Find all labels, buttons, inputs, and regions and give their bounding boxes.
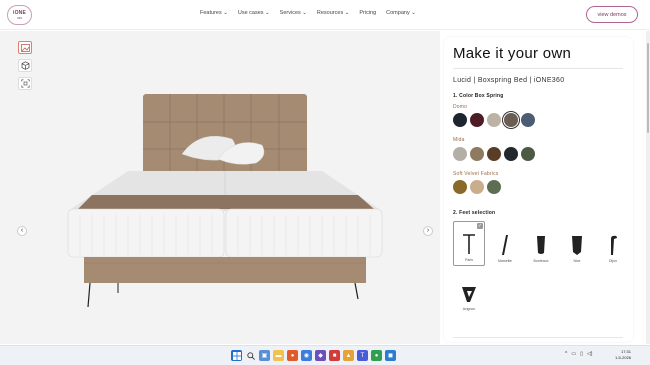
app-icon[interactable]: ▲ — [343, 350, 354, 361]
color-swatch[interactable] — [487, 147, 501, 161]
chrome-icon[interactable]: ◉ — [301, 350, 312, 361]
scrollbar-thumb[interactable] — [647, 43, 649, 133]
foot-bordeaux-icon — [537, 236, 545, 254]
color-swatch[interactable] — [521, 147, 535, 161]
nav-pricing[interactable]: Pricing — [359, 10, 376, 16]
nav-features[interactable]: Features ⌄ — [200, 10, 228, 16]
app-icon[interactable]: ● — [371, 350, 382, 361]
app-icon[interactable]: ◼ — [385, 350, 396, 361]
foot-label: Paris — [465, 258, 473, 262]
nav-use-cases[interactable]: Use cases ⌄ — [238, 10, 270, 16]
color-swatch[interactable] — [453, 113, 467, 127]
color-swatch[interactable] — [521, 113, 535, 127]
start-icon[interactable] — [231, 350, 242, 361]
group-label-soft-velvet: Soft Velvet Fabrics — [453, 171, 499, 177]
nav-services[interactable]: Services ⌄ — [280, 10, 307, 16]
swatches-mida — [453, 147, 535, 161]
app-icon[interactable]: ◆ — [315, 350, 326, 361]
check-icon: ✓ — [477, 223, 483, 229]
product-viewer[interactable]: ‹ › — [0, 31, 440, 344]
color-swatch-selected[interactable] — [504, 113, 518, 127]
bed-image — [67, 94, 383, 308]
group-label-mida: Mida — [453, 137, 465, 143]
foot-paris-icon — [463, 234, 475, 254]
taskbar-apps: ▣ ▬ ● ◉ ◆ ■ ▲ T ● ◼ — [231, 350, 396, 361]
divider — [453, 68, 623, 69]
top-nav: iONE 360 Features ⌄ Use cases ⌄ Services… — [0, 0, 650, 30]
file-explorer-icon[interactable]: ▬ — [273, 350, 284, 361]
foot-label: Nice — [573, 259, 581, 263]
volume-icon[interactable]: ◁) — [587, 351, 593, 357]
foot-avignon-icon — [462, 287, 476, 302]
foot-label: Avignon — [462, 307, 476, 311]
system-tray: ^ ▭ ▯ ◁) — [565, 351, 592, 357]
logo-subtext: 360 — [16, 16, 22, 20]
view-demos-button[interactable]: view demos — [586, 6, 638, 23]
color-swatch[interactable] — [487, 113, 501, 127]
teams-icon[interactable]: T — [357, 350, 368, 361]
foot-option-paris[interactable]: ✓ Paris — [453, 221, 485, 266]
firefox-icon[interactable]: ● — [287, 350, 298, 361]
color-swatch[interactable] — [487, 180, 501, 194]
color-swatch[interactable] — [453, 147, 467, 161]
color-swatch[interactable] — [470, 180, 484, 194]
network-icon[interactable]: ▭ — [571, 351, 576, 357]
next-arrow-icon[interactable]: › — [423, 226, 433, 236]
section-color-heading: 1. Color Box Spring — [453, 93, 504, 99]
nav-company[interactable]: Company ⌄ — [386, 10, 416, 16]
search-icon[interactable] — [245, 350, 256, 361]
color-swatch[interactable] — [453, 180, 467, 194]
divider — [453, 337, 623, 338]
foot-option-nice[interactable]: Nice — [561, 221, 593, 266]
app-icon[interactable]: ■ — [329, 350, 340, 361]
clock-date: 1-5-2026 — [615, 354, 632, 360]
group-label-domo: Domo — [453, 104, 468, 110]
foot-nice-icon — [572, 236, 582, 255]
color-swatch[interactable] — [470, 113, 484, 127]
foot-dijon-icon — [611, 235, 617, 255]
configurator-panel: Make it your own Lucid | Boxspring Bed |… — [444, 37, 633, 342]
color-swatch[interactable] — [504, 147, 518, 161]
feet-options: ✓ Paris Marseille Bordeaux Nice Dijon — [453, 221, 629, 266]
foot-label: Dijon — [609, 259, 617, 263]
foot-label: Bordeaux — [533, 259, 549, 263]
foot-option-avignon[interactable]: Avignon — [453, 269, 485, 314]
section-feet-heading: 2. Feet selection — [453, 210, 496, 216]
task-view-icon[interactable]: ▣ — [259, 350, 270, 361]
clock[interactable]: 17:31 1-5-2026 — [615, 349, 631, 360]
nav-links: Features ⌄ Use cases ⌄ Services ⌄ Resour… — [200, 10, 416, 16]
product-name: Lucid | Boxspring Bed | iONE360 — [453, 77, 565, 84]
prev-arrow-icon[interactable]: ‹ — [17, 226, 27, 236]
foot-label: Marseille — [497, 259, 512, 263]
color-swatch[interactable] — [470, 147, 484, 161]
swatches-soft-velvet — [453, 180, 501, 194]
page-scrollbar[interactable] — [646, 31, 650, 344]
panel-title: Make it your own — [453, 45, 572, 62]
nav-resources[interactable]: Resources ⌄ — [317, 10, 349, 16]
swatches-domo — [453, 113, 535, 127]
foot-option-dijon[interactable]: Dijon — [597, 221, 629, 266]
taskbar: ▣ ▬ ● ◉ ◆ ■ ▲ T ● ◼ ^ ▭ ▯ ◁) 17:31 1-5-2… — [0, 345, 650, 365]
tray-expand-icon[interactable]: ^ — [565, 351, 567, 357]
foot-option-bordeaux[interactable]: Bordeaux — [525, 221, 557, 266]
foot-option-marseille[interactable]: Marseille — [489, 221, 521, 266]
brand-logo[interactable]: iONE 360 — [7, 5, 32, 25]
battery-icon[interactable]: ▯ — [580, 351, 583, 357]
foot-marseille-icon — [502, 235, 508, 255]
